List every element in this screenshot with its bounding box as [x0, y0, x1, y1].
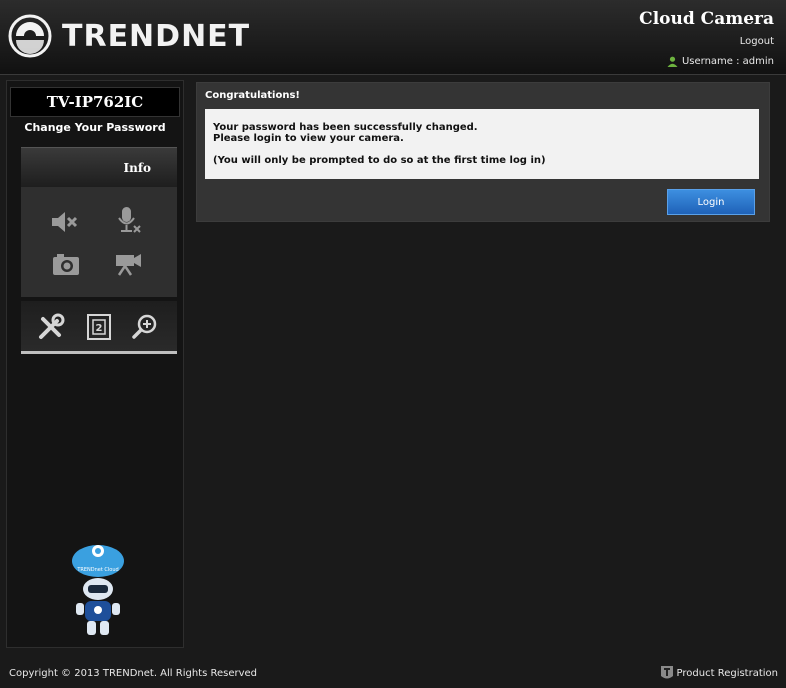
- copyright-text: Copyright © 2013 TRENDnet. All Rights Re…: [9, 668, 258, 679]
- trendnet-logo-icon: [8, 14, 52, 58]
- first-login-note: (You will only be prompted to do so at t…: [213, 155, 546, 166]
- zoom-in-icon[interactable]: [131, 313, 159, 341]
- brand-logo[interactable]: TRENDNET: [8, 14, 250, 58]
- registration-icon: [660, 666, 673, 679]
- header-bar: TRENDNET Cloud Camera Logout Username : …: [0, 0, 786, 75]
- product-registration-label: Product Registration: [676, 667, 778, 679]
- cloud-mascot-image: TRENDnet Cloud: [72, 545, 124, 635]
- sidebar: TV-IP762IC Change Your Password Info 2 T…: [6, 80, 184, 648]
- logout-link[interactable]: Logout: [740, 36, 774, 47]
- success-message: Your password has been successfully chan…: [213, 122, 478, 133]
- change-password-link[interactable]: Change Your Password: [7, 121, 183, 134]
- film-frame-icon[interactable]: 2: [85, 313, 113, 341]
- login-button[interactable]: Login: [667, 189, 755, 215]
- speaker-mute-icon[interactable]: [49, 207, 79, 237]
- settings-tools-icon[interactable]: [37, 313, 65, 341]
- camera-snapshot-icon[interactable]: [51, 249, 81, 279]
- camera-model: TV-IP762IC: [10, 87, 180, 117]
- tool-bar: 2: [21, 301, 177, 354]
- tab-info[interactable]: Info: [21, 147, 177, 187]
- username-text: Username : admin: [681, 56, 774, 67]
- svg-text:2: 2: [96, 323, 103, 334]
- login-instruction: Please login to view your camera.: [213, 133, 404, 144]
- microphone-mute-icon[interactable]: [113, 205, 143, 235]
- video-record-icon[interactable]: [113, 247, 143, 277]
- message-box: Your password has been successfully chan…: [205, 109, 759, 179]
- product-registration-link[interactable]: Product Registration: [660, 665, 778, 681]
- panel-title: Congratulations!: [205, 90, 300, 101]
- username-display: Username : admin: [667, 56, 774, 67]
- app-title: Cloud Camera: [639, 9, 774, 29]
- brand-name: TRENDNET: [62, 18, 251, 54]
- camera-controls: [21, 187, 177, 297]
- mascot-label: TRENDnet Cloud: [76, 567, 118, 573]
- user-icon: [667, 56, 678, 67]
- password-changed-panel: Congratulations! Your password has been …: [196, 82, 770, 222]
